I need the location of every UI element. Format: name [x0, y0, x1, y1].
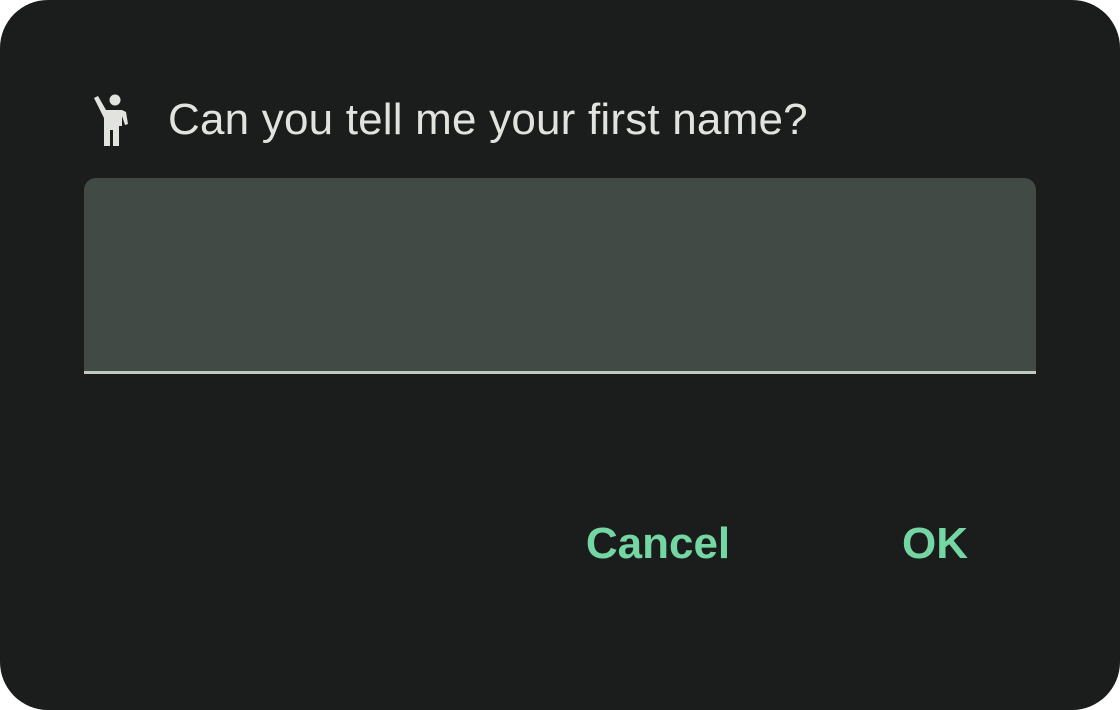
dialog-title: Can you tell me your first name?	[168, 95, 808, 144]
first-name-input[interactable]	[84, 178, 1036, 371]
name-prompt-dialog: Can you tell me your first name? Cancel …	[0, 0, 1120, 710]
person-waving-icon	[90, 92, 134, 148]
ok-button[interactable]: OK	[890, 508, 980, 580]
cancel-button[interactable]: Cancel	[570, 508, 746, 580]
dialog-header: Can you tell me your first name?	[90, 88, 808, 152]
first-name-field[interactable]	[84, 178, 1036, 374]
